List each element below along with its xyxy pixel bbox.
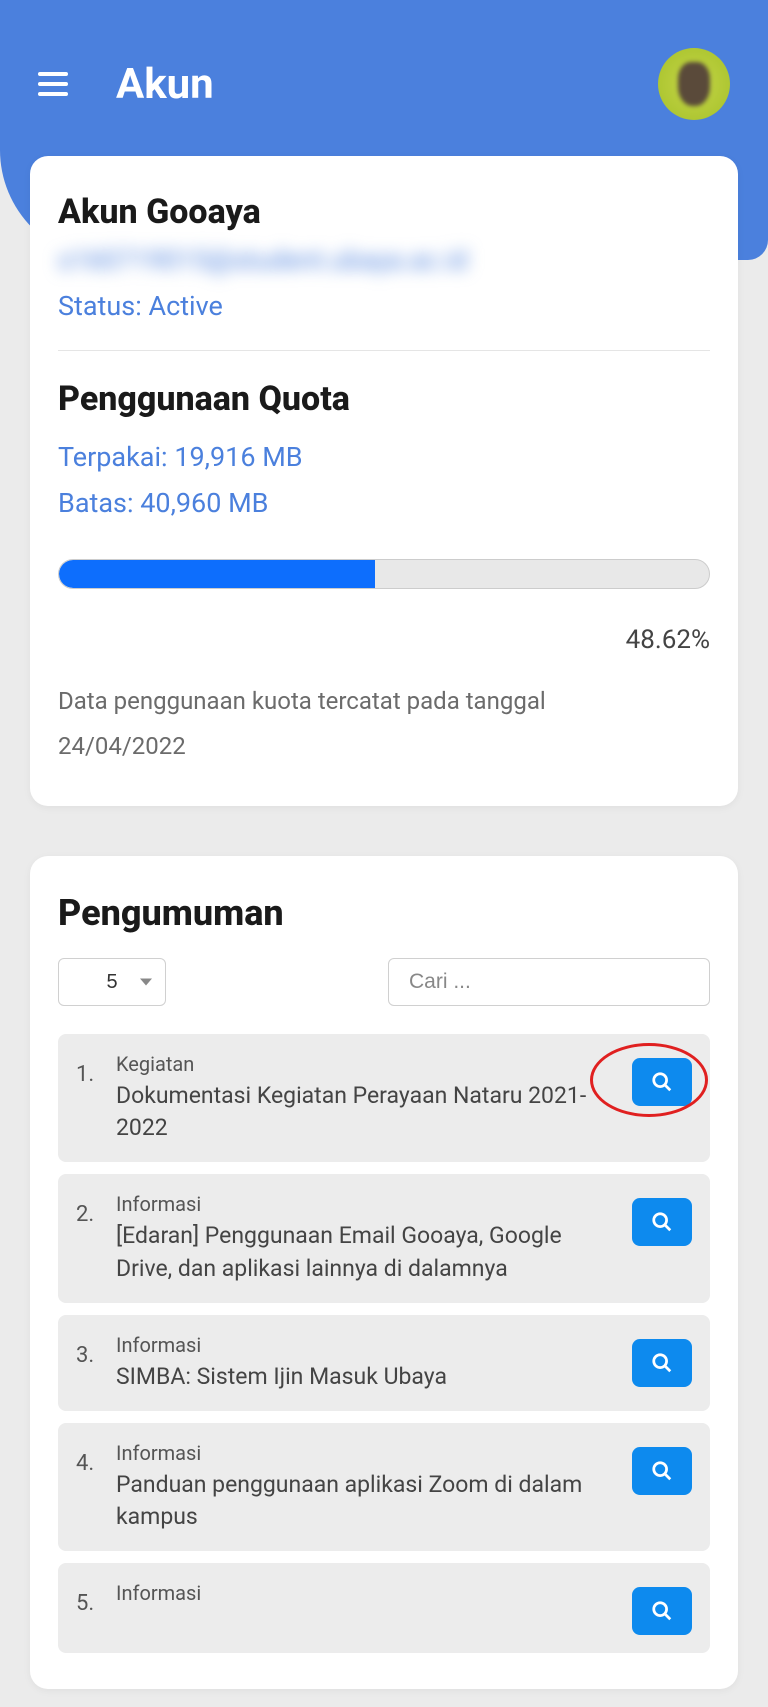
announcement-list: 1. Kegiatan Dokumentasi Kegiatan Perayaan … (58, 1034, 710, 1653)
announcements-card: Pengumuman 5 1. Kegiatan Dokumentasi Kegia… (30, 856, 738, 1689)
quota-limit-label: Batas: (58, 487, 134, 519)
announcement-content: Kegiatan Dokumentasi Kegiatan Perayaan Na… (116, 1052, 618, 1144)
view-button[interactable] (632, 1058, 692, 1106)
quota-note: Data penggunaan kuota tercatat pada tang… (58, 679, 710, 770)
announcement-item: 4. Informasi Panduan penggunaan aplikasi Z… (58, 1423, 710, 1551)
quota-progress-bar (58, 559, 710, 589)
announcements-title: Pengumuman (58, 892, 710, 934)
page-title: Akun (116, 60, 214, 109)
announcement-number: 3. (76, 1343, 102, 1368)
quota-used: Terpakai: 19,916 MB (58, 435, 710, 481)
view-button[interactable] (632, 1339, 692, 1387)
quota-progress-fill (59, 560, 375, 588)
search-icon (651, 1211, 673, 1233)
announcement-category: Informasi (116, 1192, 618, 1216)
announcement-item: 2. Informasi [Edaran] Penggunaan Email Goo… (58, 1174, 710, 1302)
quota-title: Penggunaan Quota (58, 379, 710, 419)
avatar[interactable] (658, 48, 730, 120)
page-size-select[interactable]: 5 (58, 958, 166, 1006)
app-header: Akun (0, 0, 768, 120)
header-left: Akun (38, 60, 214, 109)
search-icon (651, 1600, 673, 1622)
divider (58, 350, 710, 351)
announcement-text: Panduan penggunaan aplikasi Zoom di dala… (116, 1469, 618, 1533)
search-icon (651, 1460, 673, 1482)
quota-note-prefix: Data penggunaan kuota tercatat pada tang… (58, 679, 710, 725)
status-label: Status: (58, 290, 142, 322)
announcement-item: 3. Informasi SIMBA: Sistem Ijin Masuk Ubay… (58, 1315, 710, 1411)
announcement-text: SIMBA: Sistem Ijin Masuk Ubaya (116, 1361, 618, 1393)
view-button[interactable] (632, 1198, 692, 1246)
announcements-controls: 5 (58, 958, 710, 1006)
announcement-content: Informasi SIMBA: Sistem Ijin Masuk Ubaya (116, 1333, 618, 1393)
announcement-category: Kegiatan (116, 1052, 618, 1076)
announcement-category: Informasi (116, 1441, 618, 1465)
announcement-item: 5. Informasi (58, 1563, 710, 1653)
announcement-number: 2. (76, 1202, 102, 1227)
quota-used-value: 19,916 MB (174, 441, 302, 473)
view-button[interactable] (632, 1447, 692, 1495)
announcement-number: 5. (76, 1591, 102, 1616)
page-size-wrapper: 5 (58, 958, 166, 1006)
announcement-content: Informasi (116, 1581, 618, 1609)
announcement-content: Informasi Panduan penggunaan aplikasi Zoo… (116, 1441, 618, 1533)
account-email-blurred: s160719015@student.ubaya.ac.id (58, 244, 710, 276)
status-value: Active (148, 290, 222, 322)
account-status: Status: Active (58, 290, 710, 322)
announcement-text: Dokumentasi Kegiatan Perayaan Nataru 202… (116, 1080, 618, 1144)
quota-note-date: 24/04/2022 (58, 724, 710, 770)
announcement-text: [Edaran] Penggunaan Email Gooaya, Google… (116, 1220, 618, 1284)
announcement-number: 1. (76, 1062, 102, 1087)
menu-icon[interactable] (38, 72, 68, 96)
announcement-category: Informasi (116, 1581, 618, 1605)
announcement-content: Informasi [Edaran] Penggunaan Email Gooay… (116, 1192, 618, 1284)
quota-limit: Batas: 40,960 MB (58, 481, 710, 527)
announcement-number: 4. (76, 1451, 102, 1476)
announcement-category: Informasi (116, 1333, 618, 1357)
quota-percent: 48.62% (58, 625, 710, 655)
search-icon (651, 1071, 673, 1093)
search-icon (651, 1352, 673, 1374)
search-input[interactable] (388, 958, 710, 1006)
account-card: Akun Gooaya s160719015@student.ubaya.ac.… (30, 156, 738, 806)
quota-used-label: Terpakai: (58, 441, 168, 473)
account-title: Akun Gooaya (58, 192, 710, 232)
announcement-item: 1. Kegiatan Dokumentasi Kegiatan Perayaan … (58, 1034, 710, 1162)
view-button[interactable] (632, 1587, 692, 1635)
quota-limit-value: 40,960 MB (140, 487, 268, 519)
